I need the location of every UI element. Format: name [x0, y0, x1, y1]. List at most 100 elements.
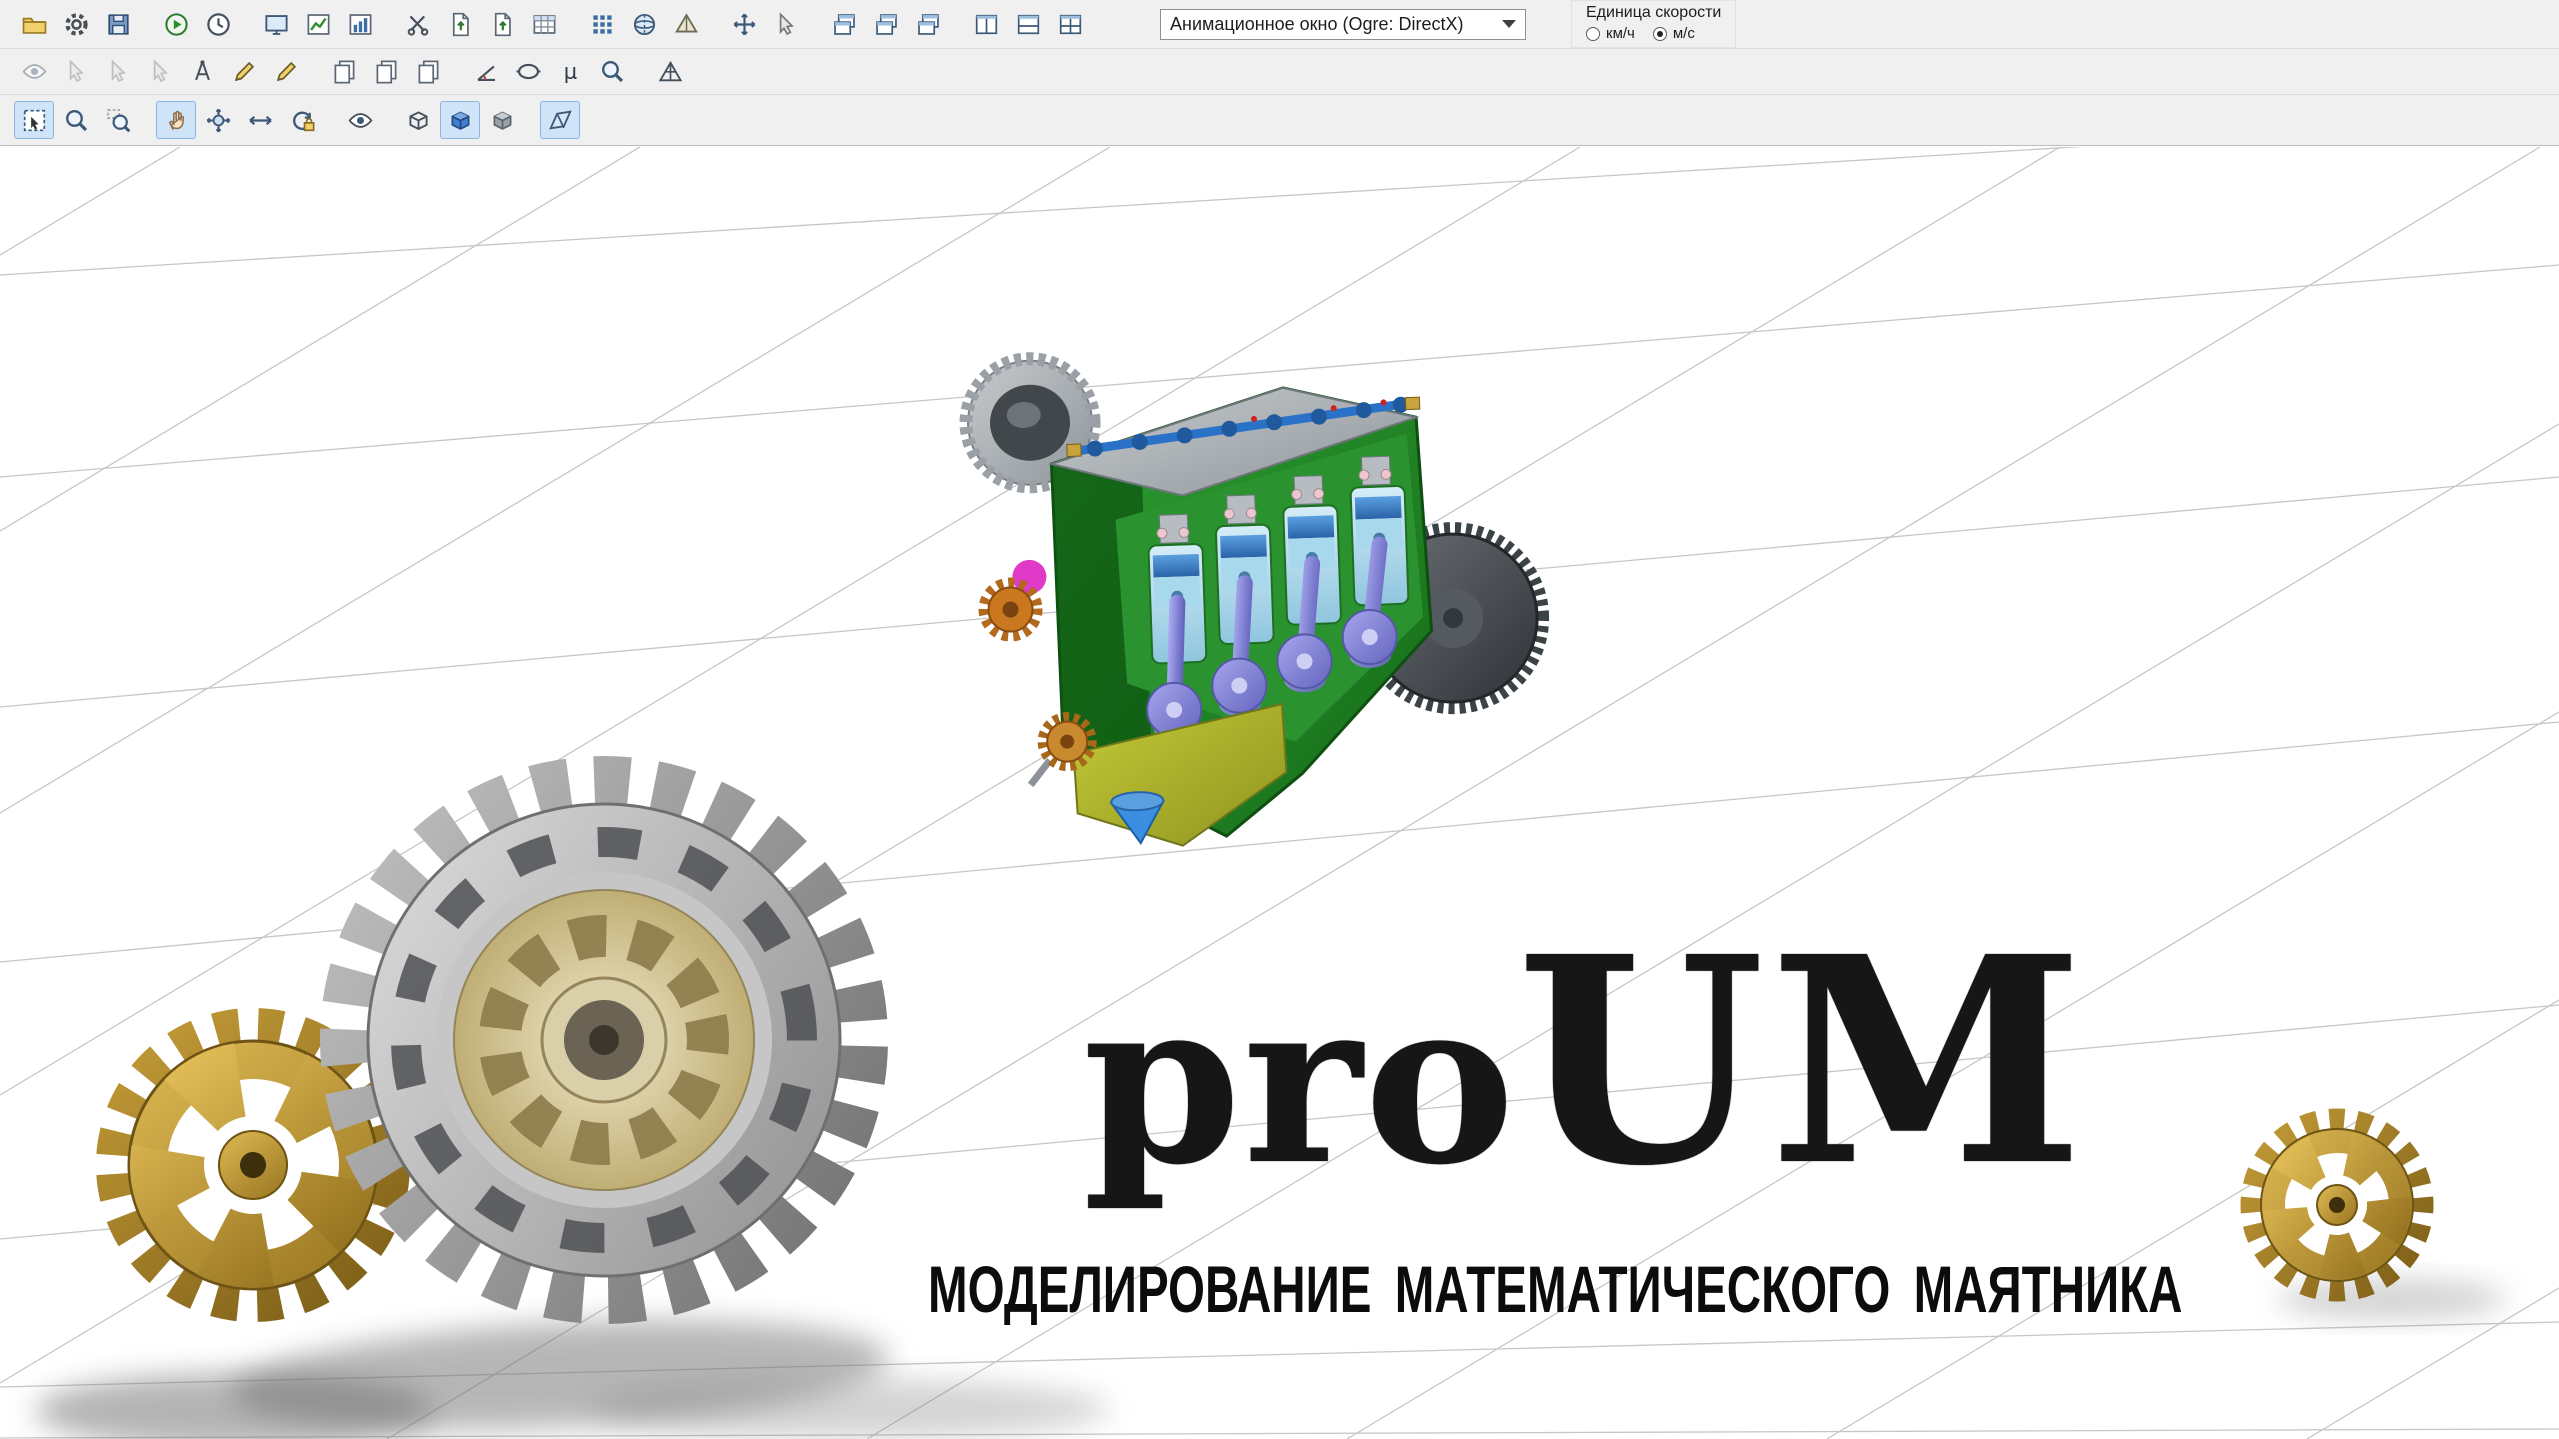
detail-inspector-button[interactable]: [592, 53, 632, 91]
toolbar-group: [824, 5, 948, 43]
start-simulation-button[interactable]: [156, 5, 196, 43]
speed-unit-options: км/ч м/с: [1586, 25, 1721, 42]
new-graph-window-button[interactable]: [298, 5, 338, 43]
select-pointer-icon: [105, 58, 132, 85]
splash-subtitle: МОДЕЛИРОВАНИЕ МАТЕМАТИЧЕСКОГО МАЯТНИКА: [928, 1251, 2182, 1327]
measure-distance-button[interactable]: [182, 53, 222, 91]
toolbar-group: [324, 53, 448, 91]
cascade-windows-button[interactable]: [824, 5, 864, 43]
speed-unit-option-км/ч[interactable]: км/ч: [1586, 25, 1635, 42]
integration-time-icon: [205, 11, 232, 38]
zoom-region-button[interactable]: [98, 101, 138, 139]
edit-element-button[interactable]: [224, 53, 264, 91]
new-animation-window-button[interactable]: [256, 5, 296, 43]
angle-measure-button[interactable]: [466, 53, 506, 91]
wireframe-mode-button[interactable]: [398, 101, 438, 139]
engine-model: [950, 297, 1559, 883]
place-object-tool-icon: [773, 11, 800, 38]
chevron-down-icon: [1502, 20, 1516, 28]
logo-um-text: UM: [1517, 894, 2089, 1228]
perspective-mode-icon: [547, 107, 574, 134]
toolbar-group: [650, 53, 690, 91]
application-window: Анимационное окно (Ogre: DirectX) Единиц…: [0, 0, 2559, 1439]
model-settings-button[interactable]: [56, 5, 96, 43]
toolbar-group: [398, 5, 564, 43]
geometry-view-button[interactable]: [624, 5, 664, 43]
animation-window-selector[interactable]: Анимационное окно (Ogre: DirectX): [1160, 9, 1526, 40]
pan-horizontal-button[interactable]: [240, 101, 280, 139]
radio-selected-icon: [1653, 27, 1667, 41]
export-data-button[interactable]: [440, 5, 480, 43]
tile-windows-horizontal-icon: [873, 11, 900, 38]
copy-window-image-button[interactable]: [324, 53, 364, 91]
open-model-icon: [21, 11, 48, 38]
secondary-toolbar: μ: [0, 49, 2559, 95]
copy-window-image-icon: [331, 58, 358, 85]
position-tool-icon: [731, 11, 758, 38]
wireframe-pyramid-view-button[interactable]: [650, 53, 690, 91]
orbit-view-button[interactable]: [198, 101, 238, 139]
matrix-view-button[interactable]: [582, 5, 622, 43]
orbit-view-icon: [205, 107, 232, 134]
integration-time-button[interactable]: [198, 5, 238, 43]
rotate-constrained-button[interactable]: [282, 101, 322, 139]
visibility-toggle-icon: [347, 107, 374, 134]
pan-horizontal-icon: [247, 107, 274, 134]
perspective-mode-button[interactable]: [540, 101, 580, 139]
speed-unit-label: Единица скорости: [1586, 4, 1721, 22]
table-processor-button[interactable]: [524, 5, 564, 43]
open-model-button[interactable]: [14, 5, 54, 43]
import-data-button[interactable]: [482, 5, 522, 43]
speed-unit-option-м/с[interactable]: м/с: [1653, 25, 1695, 42]
cut-element-icon: [405, 11, 432, 38]
toolbar-group: [156, 101, 322, 139]
context-help-button: [56, 53, 96, 91]
position-tool-button[interactable]: [724, 5, 764, 43]
toolbar-group: [14, 101, 138, 139]
zoom-region-icon: [105, 107, 132, 134]
viewport-toolbar-groups: [14, 101, 580, 139]
edit-curve-button[interactable]: [266, 53, 306, 91]
toolbar-group: [398, 101, 522, 139]
split-grid-button[interactable]: [1050, 5, 1090, 43]
radio-icon: [1586, 27, 1600, 41]
logo-pro-text: pro: [1083, 950, 1517, 1215]
split-rows-icon: [1015, 11, 1042, 38]
split-columns-button[interactable]: [966, 5, 1006, 43]
box-select-icon: [21, 107, 48, 134]
zoom-in-button[interactable]: [56, 101, 96, 139]
special-pointer-button: [140, 53, 180, 91]
place-object-tool-button[interactable]: [766, 5, 806, 43]
save-configuration-button[interactable]: [98, 5, 138, 43]
split-columns-icon: [973, 11, 1000, 38]
shaded-gray-mode-button[interactable]: [482, 101, 522, 139]
show-all-button: [14, 53, 54, 91]
shaded-mode-button[interactable]: [440, 101, 480, 139]
friction-coefficient-icon: μ: [557, 58, 584, 85]
split-rows-button[interactable]: [1008, 5, 1048, 43]
pan-view-icon: [163, 107, 190, 134]
copy-to-clipboard-button[interactable]: [366, 53, 406, 91]
animation-viewport[interactable]: proUM МОДЕЛИРОВАНИЕ МАТЕМАТИЧЕСКОГО МАЯТ…: [0, 147, 2559, 1439]
pan-view-button[interactable]: [156, 101, 196, 139]
ellipse-measure-icon: [515, 58, 542, 85]
tile-windows-vertical-button[interactable]: [908, 5, 948, 43]
new-chart-window-button[interactable]: [340, 5, 380, 43]
toolbar-group: [340, 101, 380, 139]
radio-label: м/с: [1673, 25, 1695, 42]
ellipse-measure-button[interactable]: [508, 53, 548, 91]
box-select-button[interactable]: [14, 101, 54, 139]
duplicate-window-button[interactable]: [408, 53, 448, 91]
visibility-toggle-button[interactable]: [340, 101, 380, 139]
cut-element-button[interactable]: [398, 5, 438, 43]
cascade-windows-icon: [831, 11, 858, 38]
tile-windows-horizontal-button[interactable]: [866, 5, 906, 43]
friction-coefficient-button[interactable]: μ: [550, 53, 590, 91]
rotate-constrained-icon: [289, 107, 316, 134]
angle-measure-icon: [473, 58, 500, 85]
wireframe-mode-icon: [405, 107, 432, 134]
speed-unit-panel: Единица скорости км/ч м/с: [1571, 0, 1736, 48]
new-graph-window-icon: [305, 11, 332, 38]
solid-view-button[interactable]: [666, 5, 706, 43]
matrix-view-icon: [589, 11, 616, 38]
